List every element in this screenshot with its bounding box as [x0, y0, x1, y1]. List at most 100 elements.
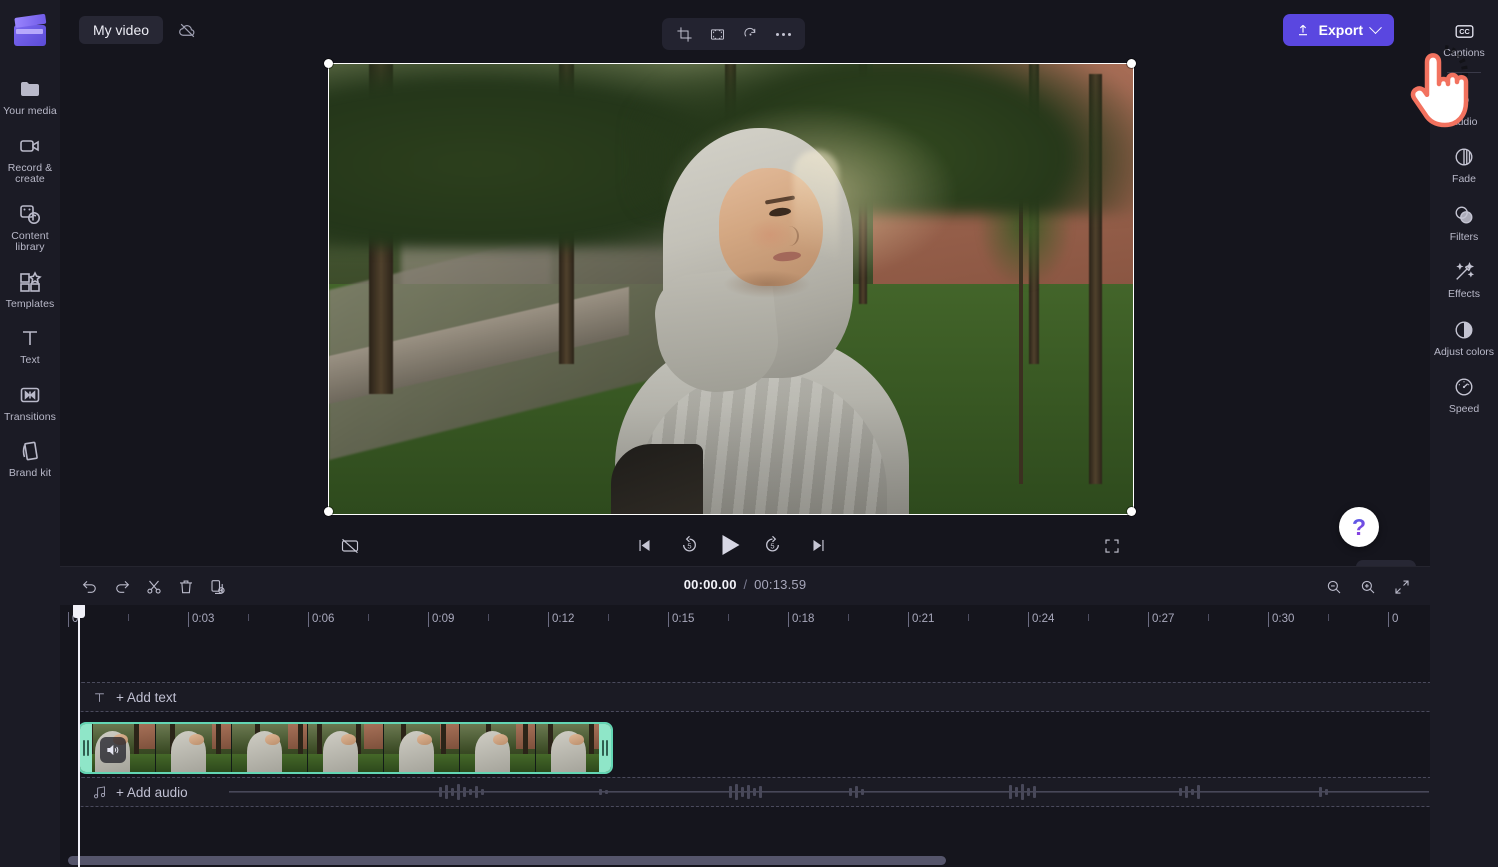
resize-handle-top-right[interactable] [1127, 59, 1136, 68]
closed-captions-icon: CC [1452, 19, 1476, 43]
duplicate-button[interactable] [204, 573, 232, 601]
upload-icon [1298, 24, 1307, 36]
more-options-button[interactable] [770, 21, 796, 47]
split-button[interactable] [140, 573, 168, 601]
property-effects[interactable]: Effects [1430, 251, 1498, 309]
export-label: Export [1318, 22, 1363, 38]
sidebar-item-brand-kit[interactable]: Brand kit [0, 430, 60, 487]
sidebar-item-text[interactable]: Text [0, 317, 60, 374]
sidebar-item-content-library[interactable]: Content library [0, 193, 60, 261]
clapperboard-logo-icon[interactable] [14, 13, 47, 46]
timeline[interactable]: 0 0:03 0:06 0:09 0:12 0:15 0:18 0:21 0:2 [60, 605, 1498, 867]
timeline-ruler[interactable]: 0 0:03 0:06 0:09 0:12 0:15 0:18 0:21 0:2 [60, 605, 1498, 633]
property-audio[interactable]: Audio [1430, 79, 1498, 137]
transitions-icon [17, 382, 43, 408]
video-clip[interactable] [78, 722, 613, 774]
fade-icon [1452, 145, 1476, 169]
redo-button[interactable] [108, 573, 136, 601]
property-captions[interactable]: CC Captions [1430, 10, 1498, 68]
resize-handle-top-left[interactable] [324, 59, 333, 68]
playhead-handle[interactable] [73, 605, 85, 618]
property-adjust-colors[interactable]: Adjust colors [1430, 309, 1498, 367]
preview-controls: 5 5 [328, 524, 1134, 568]
audio-waveform-placeholder [229, 784, 1429, 800]
forward-5-button[interactable]: 5 [760, 532, 786, 558]
clipchamp-editor: Your media Record & create Content libra… [0, 0, 1498, 867]
sidebar-item-templates[interactable]: Templates [0, 261, 60, 318]
playhead[interactable] [73, 605, 85, 867]
crop-button[interactable] [671, 21, 697, 47]
svg-text:5: 5 [770, 541, 774, 550]
trim-handle-right[interactable] [599, 724, 611, 772]
property-speed[interactable]: Speed [1430, 366, 1498, 424]
effects-wand-icon [1452, 260, 1476, 284]
property-filters[interactable]: Filters [1430, 194, 1498, 252]
ruler-label: 0:21 [912, 613, 935, 625]
add-audio-label: + Add audio [116, 784, 188, 800]
play-button[interactable] [722, 535, 740, 555]
sidebar-item-label: Record & create [7, 161, 53, 185]
property-label: Audio [1450, 115, 1478, 128]
ruler-label: 0:18 [792, 613, 815, 625]
adjust-colors-icon [1452, 318, 1476, 342]
brand-kit-icon [17, 438, 43, 464]
timecode-display: 00:00.00 / 00:13.59 [684, 577, 807, 592]
ruler-label: 0:12 [552, 613, 575, 625]
sidebar-item-transitions[interactable]: Transitions [0, 374, 60, 431]
time-separator: / [743, 577, 748, 592]
skip-to-start-button[interactable] [631, 532, 657, 558]
sidebar-item-label: Content library [11, 229, 49, 253]
text-icon [17, 325, 43, 351]
undo-button[interactable] [76, 573, 104, 601]
ruler-label: 0:24 [1032, 613, 1055, 625]
ruler-label: 0:03 [192, 613, 215, 625]
ruler-label: 0:30 [1272, 613, 1295, 625]
speaker-icon[interactable] [100, 737, 126, 763]
ellipsis-icon [775, 32, 791, 36]
zoom-out-button[interactable] [1320, 573, 1348, 601]
timeline-horizontal-scrollbar[interactable] [60, 856, 1498, 865]
export-button[interactable]: Export [1282, 14, 1394, 46]
rotate-button[interactable] [737, 21, 763, 47]
sidebar-item-label: Templates [5, 297, 55, 310]
trim-handle-left[interactable] [80, 724, 92, 772]
sidebar-item-label: Text [20, 354, 40, 366]
current-time: 00:00.00 [683, 577, 737, 592]
text-track[interactable]: + Add text [78, 682, 1498, 712]
rewind-5-button[interactable]: 5 [677, 532, 703, 558]
preview-stage: 5 5 [60, 59, 1430, 568]
captions-off-button[interactable] [336, 532, 364, 560]
sidebar-item-label: Brand kit [8, 467, 52, 479]
filters-icon [1452, 203, 1476, 227]
resize-handle-bottom-right[interactable] [1127, 507, 1136, 516]
scrollbar-thumb[interactable] [68, 856, 946, 865]
sidebar-item-label: Transitions [3, 410, 57, 423]
property-label: Adjust colors [1433, 345, 1495, 358]
skip-to-end-button[interactable] [806, 532, 832, 558]
fullscreen-button[interactable] [1098, 532, 1126, 560]
content-library-icon [17, 201, 43, 227]
sidebar-item-record-create[interactable]: Record & create [0, 125, 60, 193]
sidebar-item-label: Your media [3, 105, 57, 117]
audio-icon [1452, 88, 1476, 112]
zoom-in-button[interactable] [1354, 573, 1382, 601]
video-preview[interactable] [328, 63, 1134, 515]
project-title[interactable]: My video [79, 16, 164, 44]
chevron-down-icon [1369, 20, 1382, 34]
help-label: ? [1351, 513, 1367, 540]
audio-track[interactable]: + Add audio [78, 777, 1498, 807]
templates-icon [17, 269, 43, 295]
resize-handle-bottom-left[interactable] [324, 507, 333, 516]
timeline-toolbar: 00:00.00 / 00:13.59 [60, 566, 1430, 605]
ruler-label: 0:09 [432, 613, 455, 625]
fit-to-screen-button[interactable] [1388, 573, 1416, 601]
property-label: Speed [1448, 403, 1480, 415]
sidebar-item-your-media[interactable]: Your media [0, 68, 60, 125]
cloud-off-icon[interactable] [172, 16, 202, 44]
property-fade[interactable]: Fade [1430, 136, 1498, 194]
property-label: Captions [1443, 47, 1485, 59]
delete-button[interactable] [172, 573, 200, 601]
text-t-icon [91, 689, 107, 705]
help-button[interactable]: ? [1339, 507, 1379, 547]
fit-frame-button[interactable] [704, 21, 730, 47]
